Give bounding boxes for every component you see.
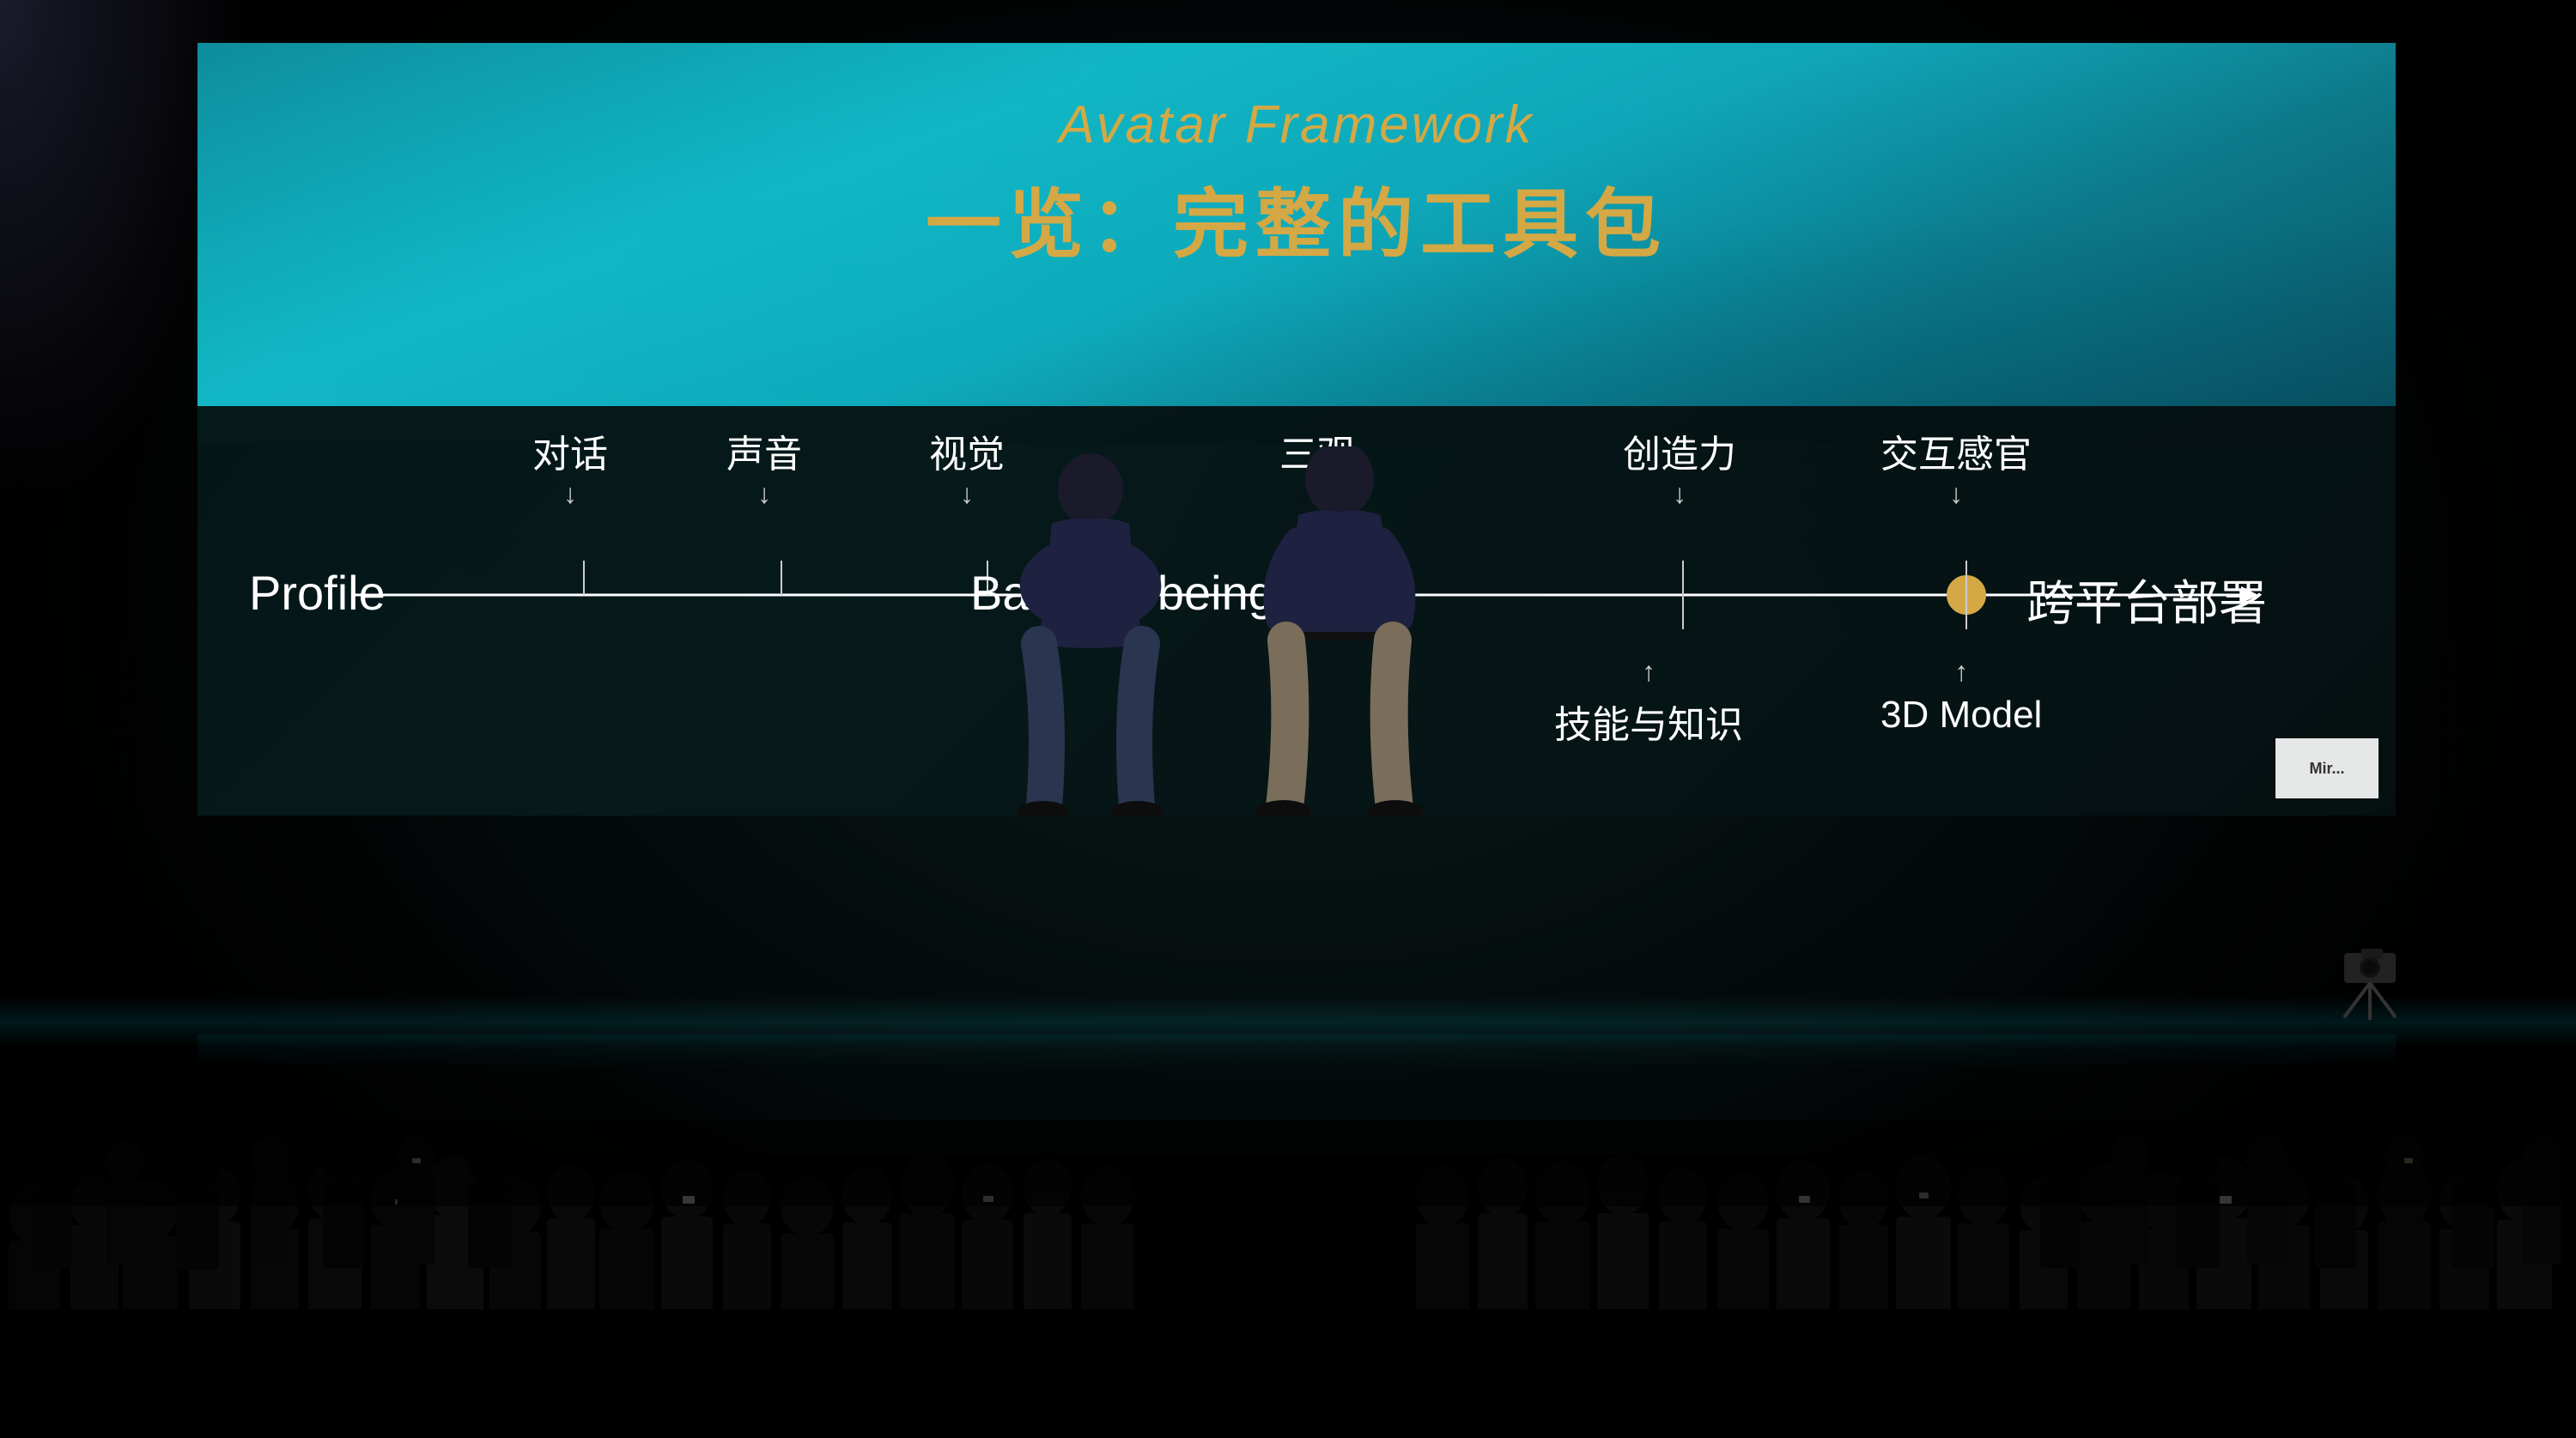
title-chinese: 一览：完整的工具包 (197, 164, 2396, 273)
label-chuanglili: 创造力 ↓ (1623, 423, 1736, 510)
info-box-text: Mir... (2309, 760, 2344, 778)
title-area: Avatar Framework 一览：完整的工具包 (197, 94, 2396, 273)
presentation-screen-container: Avatar Framework 一览：完整的工具包 (197, 43, 2396, 816)
diagram-panel: 对话 ↓ 声音 ↓ 视觉 ↓ 三观 ↓ 创造力 ↓ (197, 406, 2396, 816)
label-3dmodel: ↓ 3D Model (1880, 651, 2042, 737)
label-jiaohugangguan: 交互感官 ↓ (1880, 423, 2032, 510)
label-jineng: ↓ 技能与知识 (1554, 651, 1743, 749)
camera-tripod (2318, 936, 2421, 1026)
label-shengyin: 声音 ↓ (726, 423, 802, 510)
label-duihua: 对话 ↓ (532, 423, 608, 510)
presenters-silhouettes (919, 446, 1520, 816)
title-english: Avatar Framework (197, 94, 2396, 155)
profile-label: Profile (249, 565, 386, 621)
presentation-screen: Avatar Framework 一览：完整的工具包 (197, 43, 2396, 816)
info-box: Mir... (2275, 738, 2379, 798)
cross-platform-label: 跨平台部署 (2026, 565, 2267, 634)
audience-crowd (0, 983, 2576, 1438)
